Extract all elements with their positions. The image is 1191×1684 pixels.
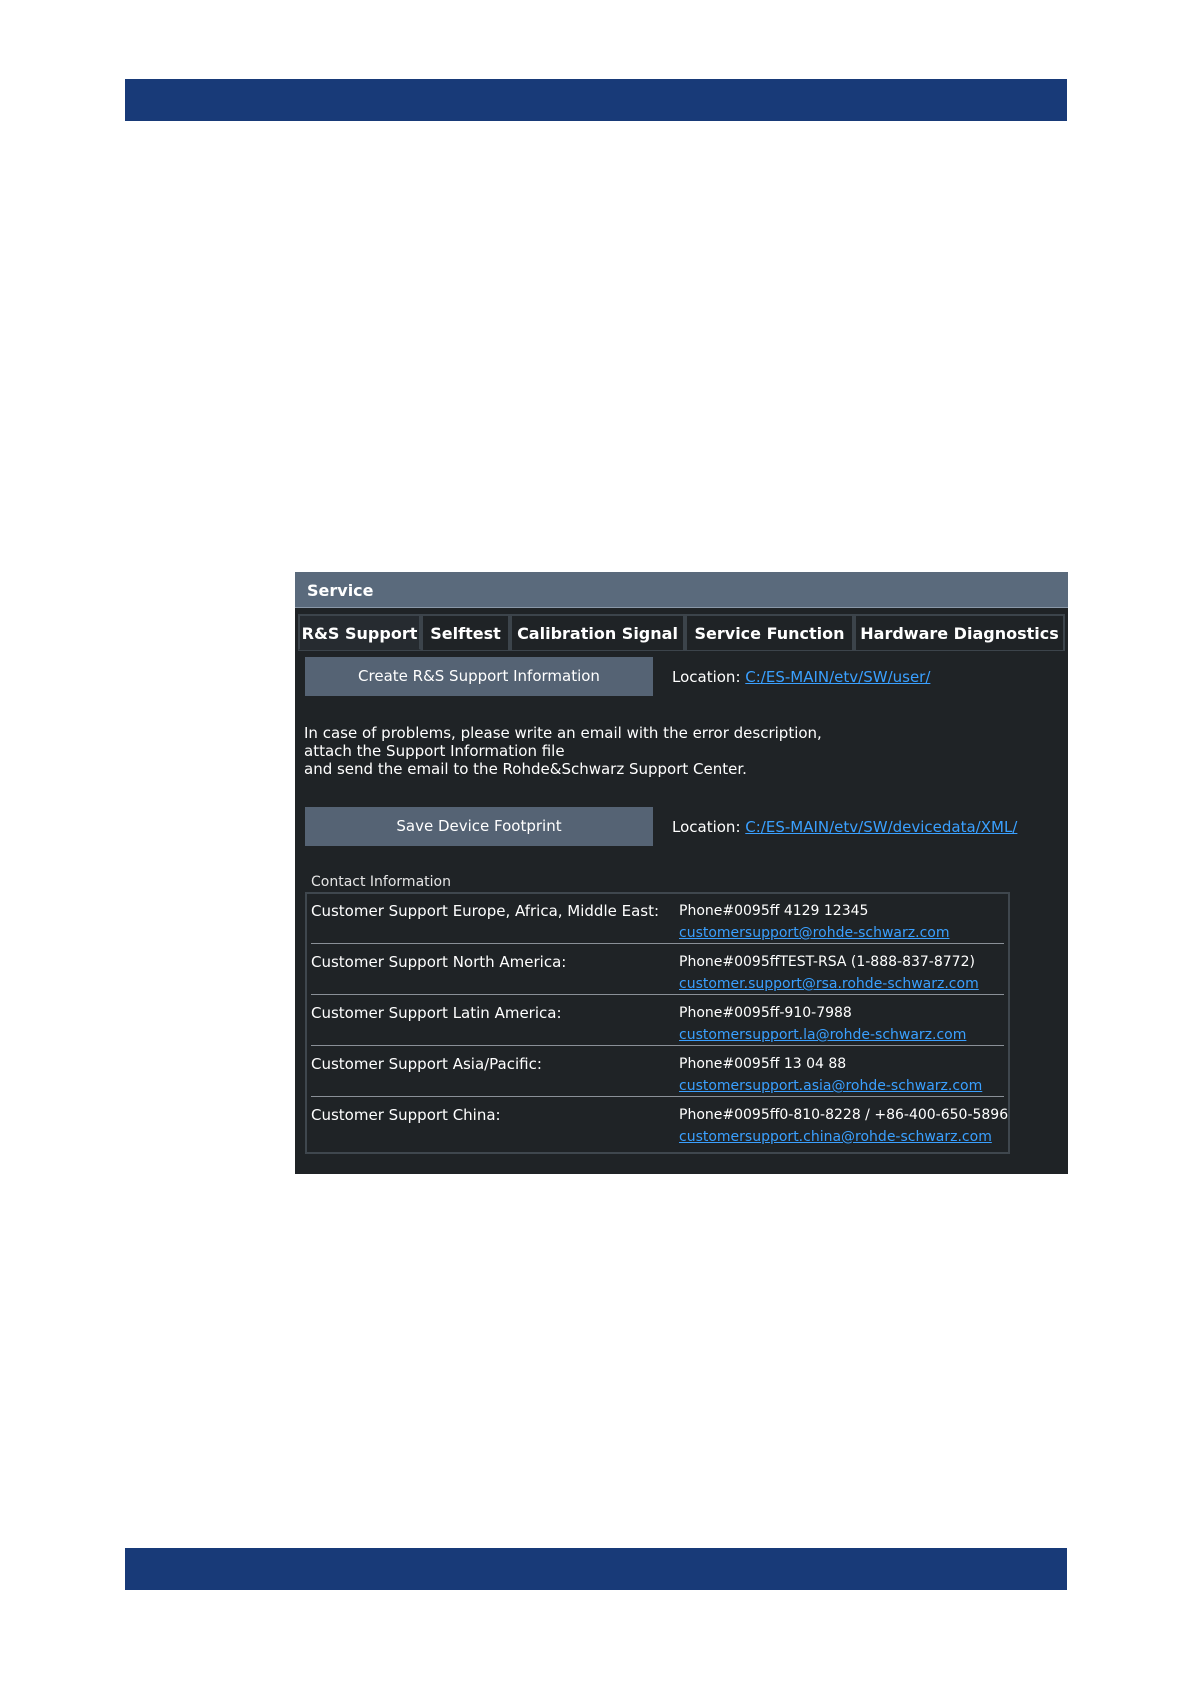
page-footer-band bbox=[125, 1548, 1067, 1590]
contact-email-link[interactable]: customersupport.la@rohde-schwarz.com bbox=[679, 1027, 966, 1044]
footprint-location: Location: C:/ES-MAIN/etv/SW/devicedata/X… bbox=[672, 818, 1017, 836]
contact-row: Customer Support North America: Phone#00… bbox=[311, 945, 1004, 995]
dialog-titlebar: Service bbox=[295, 572, 1068, 608]
contact-name: Customer Support China: bbox=[311, 1106, 501, 1124]
contact-email-link[interactable]: customersupport.asia@rohde-schwarz.com bbox=[679, 1078, 982, 1095]
contact-row: Customer Support China: Phone#0095ff0-81… bbox=[311, 1098, 1008, 1148]
contact-phone: Phone#0095ff0-810-8228 / +86-400-650-589… bbox=[679, 1107, 1009, 1123]
problem-instructions: In case of problems, please write an ema… bbox=[304, 724, 822, 778]
contact-row: Customer Support Asia/Pacific: Phone#009… bbox=[311, 1047, 1004, 1097]
tab-hardware-diagnostics[interactable]: Hardware Diagnostics bbox=[854, 614, 1065, 650]
problem-text-line: In case of problems, please write an ema… bbox=[304, 724, 822, 742]
contact-phone: Phone#0095ffTEST-RSA (1-888-837-8772) bbox=[679, 954, 975, 970]
contact-email-link[interactable]: customer.support@rsa.rohde-schwarz.com bbox=[679, 976, 979, 993]
footprint-location-link[interactable]: C:/ES-MAIN/etv/SW/devicedata/XML/ bbox=[745, 818, 1017, 836]
contact-information-heading: Contact Information bbox=[311, 874, 451, 890]
location-label: Location: bbox=[672, 668, 741, 686]
tab-selftest[interactable]: Selftest bbox=[421, 614, 510, 650]
tab-service-function[interactable]: Service Function bbox=[685, 614, 854, 650]
support-info-location: Location: C:/ES-MAIN/etv/SW/user/ bbox=[672, 668, 930, 686]
contact-email-link[interactable]: customersupport.china@rohde-schwarz.com bbox=[679, 1129, 992, 1146]
dialog-title: Service bbox=[307, 581, 374, 600]
service-dialog: Service R&S Support Selftest Calibration… bbox=[295, 572, 1068, 1174]
contact-row: Customer Support Europe, Africa, Middle … bbox=[311, 894, 1004, 944]
tab-calibration-signal[interactable]: Calibration Signal bbox=[510, 614, 685, 650]
contact-phone: Phone#0095ff-910-7988 bbox=[679, 1005, 852, 1021]
contact-name: Customer Support Europe, Africa, Middle … bbox=[311, 902, 660, 920]
save-device-footprint-button[interactable]: Save Device Footprint bbox=[305, 807, 653, 846]
problem-text-line: attach the Support Information file bbox=[304, 742, 565, 760]
contact-name: Customer Support North America: bbox=[311, 953, 567, 971]
contact-phone: Phone#0095ff 13 04 88 bbox=[679, 1056, 847, 1072]
tab-bar: R&S Support Selftest Calibration Signal … bbox=[298, 614, 1065, 651]
tab-rs-support[interactable]: R&S Support bbox=[298, 614, 421, 650]
create-support-information-button[interactable]: Create R&S Support Information bbox=[305, 657, 653, 696]
contact-phone: Phone#0095ff 4129 12345 bbox=[679, 903, 869, 919]
problem-text-line: and send the email to the Rohde&Schwarz … bbox=[304, 760, 747, 778]
contact-information-box: Customer Support Europe, Africa, Middle … bbox=[305, 892, 1010, 1154]
location-label: Location: bbox=[672, 818, 741, 836]
contact-name: Customer Support Latin America: bbox=[311, 1004, 562, 1022]
support-info-location-link[interactable]: C:/ES-MAIN/etv/SW/user/ bbox=[745, 668, 930, 686]
page-header-band bbox=[125, 79, 1067, 121]
contact-row: Customer Support Latin America: Phone#00… bbox=[311, 996, 1004, 1046]
contact-name: Customer Support Asia/Pacific: bbox=[311, 1055, 542, 1073]
contact-email-link[interactable]: customersupport@rohde-schwarz.com bbox=[679, 925, 949, 942]
